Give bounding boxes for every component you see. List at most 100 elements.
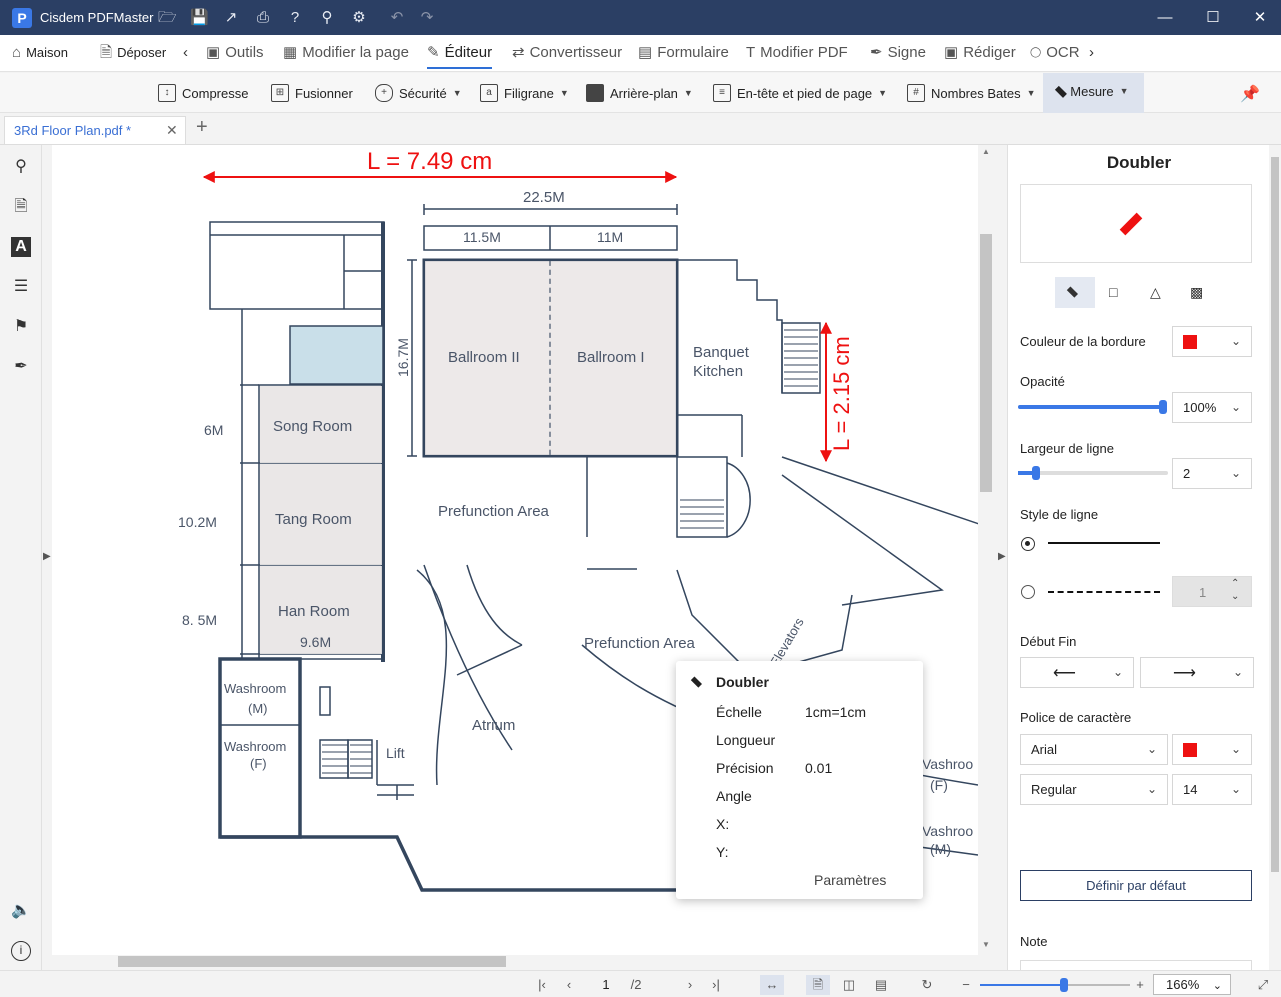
print-icon[interactable]: ⎙	[254, 9, 272, 27]
font-color-select[interactable]: ⌄	[1172, 734, 1252, 765]
close-window-icon[interactable]: ✕	[1250, 8, 1270, 28]
border-color-select[interactable]: ⌄	[1172, 326, 1252, 357]
arrow-right-icon: ⟶	[1173, 664, 1196, 682]
panel-title: Doubler	[1106, 153, 1172, 172]
compresse-button[interactable]: ↕ Compresse	[158, 73, 248, 113]
menu-maison[interactable]: ⌂ Maison	[12, 35, 68, 71]
prev-page-icon[interactable]: ‹	[562, 975, 576, 995]
stepper-down-icon[interactable]: ⌄	[1231, 591, 1239, 602]
fit-width-icon[interactable]: ↔	[760, 975, 784, 995]
search-icon[interactable]: ⚲	[11, 157, 31, 177]
collapse-panel-icon[interactable]: ▶	[998, 551, 1006, 562]
maximize-icon[interactable]: ☐	[1203, 8, 1223, 28]
line-width-select[interactable]: 2 ⌄	[1172, 458, 1252, 489]
dash-stepper[interactable]: 1 ⌃ ⌄	[1172, 576, 1252, 607]
single-page-icon[interactable]: 🗎	[806, 975, 830, 995]
signature-icon[interactable]: ✒	[11, 357, 31, 377]
page-number[interactable]: 1	[598, 975, 614, 995]
menu-convertisseur[interactable]: ⇄ Convertisseur	[512, 35, 622, 71]
panel-scroll-thumb[interactable]	[1271, 157, 1279, 872]
menu-ocr[interactable]: ◯ OCR	[1030, 35, 1080, 71]
first-page-icon[interactable]: |‹	[534, 975, 550, 995]
stepper-up-icon[interactable]: ⌃	[1231, 578, 1239, 589]
measure-horizontal-label[interactable]: L = 7.49 cm	[367, 148, 492, 175]
line-start-select[interactable]: ⟵ ⌄	[1020, 657, 1134, 688]
undo-icon[interactable]: ↶	[388, 9, 406, 27]
menu-outils[interactable]: ▣ Outils	[206, 35, 264, 71]
panel-scrollbar[interactable]	[1269, 145, 1281, 970]
vertical-scroll-thumb[interactable]	[980, 234, 992, 492]
rotate-page-icon[interactable]: ↻	[916, 975, 938, 995]
help-icon[interactable]: ?	[286, 9, 304, 27]
scroll-down-icon[interactable]: ▼	[982, 940, 990, 949]
zoom-slider-fill	[980, 984, 1064, 986]
opacity-select[interactable]: 100% ⌄	[1172, 392, 1252, 423]
measure-vertical-label[interactable]: L = 2.15 cm	[829, 336, 854, 451]
next-page-icon[interactable]: ›	[683, 975, 697, 995]
pin-icon[interactable]: 📌	[1240, 84, 1260, 104]
header-footer-icon: ≡	[713, 84, 731, 102]
menu-modifier-pdf[interactable]: T Modifier PDF	[746, 35, 848, 71]
dashed-line-radio[interactable]	[1021, 585, 1035, 599]
securite-button[interactable]: + Sécurité ▼	[375, 73, 462, 113]
share-icon[interactable]: ↗	[222, 9, 240, 27]
font-size-select[interactable]: 14 ⌄	[1172, 774, 1252, 805]
fusionner-button[interactable]: ⊞ Fusionner	[271, 73, 353, 113]
arriere-plan-button[interactable]: Arrière-plan ▼	[586, 73, 693, 113]
menu-editeur[interactable]: ✎ Éditeur	[427, 35, 493, 71]
font-style-select[interactable]: Regular ⌄	[1020, 774, 1168, 805]
parametres-link[interactable]: Paramètres	[814, 872, 886, 888]
new-tab-icon[interactable]: +	[196, 116, 208, 139]
key-icon[interactable]: ⚲	[318, 9, 336, 27]
horizontal-scroll-thumb[interactable]	[118, 956, 506, 967]
last-page-icon[interactable]: ›|	[708, 975, 724, 995]
info-icon[interactable]: i	[11, 941, 31, 961]
redo-icon[interactable]: ↷	[418, 9, 436, 27]
bates-button[interactable]: # Nombres Bates ▼	[907, 73, 1036, 113]
expand-left-icon[interactable]: ▶	[43, 551, 51, 562]
fullscreen-icon[interactable]: ⤢	[1255, 975, 1271, 995]
list-icon[interactable]: ☰	[11, 277, 31, 297]
zoom-select[interactable]: 166% ⌄	[1153, 974, 1231, 995]
speaker-icon[interactable]: 🔈	[11, 901, 31, 921]
menu-formulaire[interactable]: ▤ Formulaire	[638, 35, 729, 71]
entete-button[interactable]: ≡ En-tête et pied de page ▼	[713, 73, 887, 113]
menu-deposer[interactable]: 🗎 Déposer	[100, 35, 166, 71]
text-icon[interactable]: A	[11, 237, 31, 257]
line-width-slider[interactable]	[1018, 466, 1168, 480]
zoom-slider[interactable]	[980, 978, 1130, 992]
zoom-in-icon[interactable]: +	[1131, 975, 1149, 995]
close-tab-icon[interactable]: ✕	[166, 122, 178, 139]
minimize-icon[interactable]: —	[1155, 8, 1175, 28]
menu-modifier-page[interactable]: ▦ Modifier la page	[283, 35, 409, 71]
opacity-slider[interactable]	[1018, 400, 1167, 414]
room-label: Lift	[386, 745, 405, 761]
line-width-slider-handle[interactable]	[1032, 466, 1040, 480]
menu-signe[interactable]: ✒ Signe	[870, 35, 926, 71]
menu-scroll-left-icon[interactable]: ‹	[183, 35, 188, 71]
scroll-up-icon[interactable]: ▲	[982, 147, 990, 156]
opacity-slider-handle[interactable]	[1159, 400, 1167, 414]
menu-scroll-right-icon[interactable]: ›	[1089, 35, 1094, 71]
open-folder-icon[interactable]: 🗁	[158, 9, 177, 27]
menu-rediger[interactable]: ▣ Rédiger	[944, 35, 1016, 71]
document-tab[interactable]: 3Rd Floor Plan.pdf * ✕	[4, 116, 186, 144]
tool-rectangle-area-icon[interactable]: ▩	[1190, 284, 1203, 301]
tool-perimeter-icon[interactable]: □	[1109, 284, 1117, 300]
note-textarea[interactable]	[1020, 960, 1252, 970]
save-icon[interactable]: 💾	[190, 9, 209, 27]
filigrane-button[interactable]: a Filigrane ▼	[480, 73, 569, 113]
settings-icon[interactable]: ⚙	[350, 9, 368, 27]
definir-par-defaut-button[interactable]: Définir par défaut	[1020, 870, 1252, 901]
page-thumbnail-icon[interactable]: 🗎	[11, 197, 31, 217]
two-page-icon[interactable]: ◫	[838, 975, 860, 995]
bookmark-icon[interactable]: ⚑	[11, 317, 31, 337]
zoom-slider-handle[interactable]	[1060, 978, 1068, 992]
room-label: (F)	[930, 777, 948, 793]
font-family-select[interactable]: Arial ⌄	[1020, 734, 1168, 765]
scroll-mode-icon[interactable]: ▤	[870, 975, 892, 995]
line-end-select[interactable]: ⟶ ⌄	[1140, 657, 1254, 688]
solid-line-radio[interactable]	[1021, 537, 1035, 551]
tool-area-icon[interactable]: △	[1150, 284, 1161, 301]
zoom-out-icon[interactable]: −	[957, 975, 975, 995]
